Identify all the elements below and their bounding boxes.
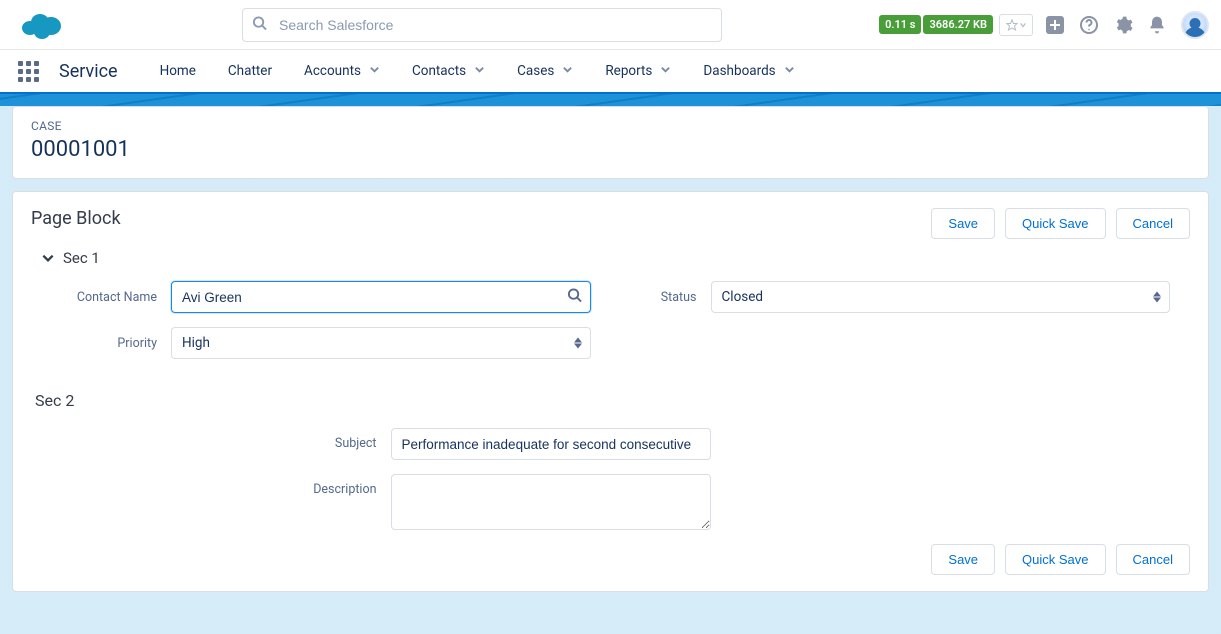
app-nav: Service Home Chatter Accounts Contacts Cases… — [0, 50, 1221, 94]
perf-size-badge: 3686.27 KB — [923, 15, 993, 34]
brand-strip — [0, 94, 1221, 106]
cancel-button-bottom[interactable]: Cancel — [1116, 544, 1190, 575]
subject-label: Subject — [221, 428, 391, 451]
nav-tab-label: Home — [160, 63, 196, 79]
nav-tab-label: Dashboards — [703, 63, 775, 79]
nav-tab-home[interactable]: Home — [146, 49, 210, 93]
status-label: Status — [631, 290, 711, 305]
select-arrows-icon — [1153, 291, 1161, 303]
setup-gear-icon[interactable] — [1113, 15, 1133, 35]
chevron-down-icon — [660, 63, 671, 79]
nav-tab-cases[interactable]: Cases — [503, 49, 587, 93]
nav-tab-dashboards[interactable]: Dashboards — [689, 49, 808, 93]
chevron-down-icon — [474, 63, 485, 79]
quick-save-button-top[interactable]: Quick Save — [1005, 208, 1105, 239]
chevron-down-icon — [41, 251, 55, 265]
priority-value: High — [182, 335, 210, 351]
cancel-button-top[interactable]: Cancel — [1116, 208, 1190, 239]
section-1-toggle[interactable]: Sec 1 — [41, 249, 1190, 267]
record-object-label: CASE — [31, 119, 1190, 133]
nav-tab-label: Contacts — [412, 63, 466, 79]
priority-select[interactable]: High — [171, 327, 591, 359]
description-label: Description — [221, 474, 391, 497]
add-icon[interactable] — [1045, 15, 1065, 35]
contact-name-input[interactable] — [171, 281, 591, 313]
nav-tab-label: Accounts — [304, 63, 361, 79]
page-block-title: Page Block — [31, 208, 121, 229]
status-value: Closed — [722, 289, 764, 305]
record-number: 00001001 — [31, 137, 1190, 162]
app-name: Service — [59, 61, 118, 82]
status-select[interactable]: Closed — [711, 281, 1171, 313]
lookup-search-icon[interactable] — [567, 288, 582, 307]
nav-tab-label: Reports — [605, 63, 652, 79]
global-search — [242, 8, 722, 42]
contact-name-label: Contact Name — [51, 290, 171, 305]
select-arrows-icon — [574, 337, 582, 349]
save-button-bottom[interactable]: Save — [931, 544, 995, 575]
nav-tab-accounts[interactable]: Accounts — [290, 49, 394, 93]
nav-tab-label: Chatter — [228, 63, 272, 79]
nav-tab-chatter[interactable]: Chatter — [214, 49, 286, 93]
app-launcher-icon[interactable] — [18, 61, 39, 82]
help-icon[interactable] — [1079, 15, 1099, 35]
nav-tabs: Home Chatter Accounts Contacts Cases Reports D… — [146, 49, 809, 93]
subject-input[interactable] — [391, 428, 711, 460]
chevron-down-icon — [784, 63, 795, 79]
save-button-top[interactable]: Save — [931, 208, 995, 239]
section-1-title: Sec 1 — [63, 249, 100, 267]
favorites-button[interactable] — [999, 14, 1033, 36]
notifications-bell-icon[interactable] — [1147, 15, 1167, 35]
salesforce-logo[interactable] — [20, 10, 62, 40]
global-header: 0.11 s 3686.27 KB — [0, 0, 1221, 50]
quick-save-button-bottom[interactable]: Quick Save — [1005, 544, 1105, 575]
search-input[interactable] — [242, 8, 722, 42]
nav-tab-label: Cases — [517, 63, 554, 79]
chevron-down-icon — [369, 63, 380, 79]
chevron-down-icon — [562, 63, 573, 79]
nav-tab-reports[interactable]: Reports — [591, 49, 685, 93]
perf-time-badge: 0.11 s — [879, 15, 921, 34]
page-block-card: Page Block Save Quick Save Cancel Sec 1 … — [12, 191, 1209, 592]
record-header-card: CASE 00001001 — [12, 106, 1209, 179]
nav-tab-contacts[interactable]: Contacts — [398, 49, 499, 93]
search-icon — [252, 15, 267, 34]
user-avatar[interactable] — [1181, 11, 1209, 39]
description-textarea[interactable] — [391, 474, 711, 530]
section-2-title: Sec 2 — [35, 391, 1190, 410]
priority-label: Priority — [51, 336, 171, 351]
